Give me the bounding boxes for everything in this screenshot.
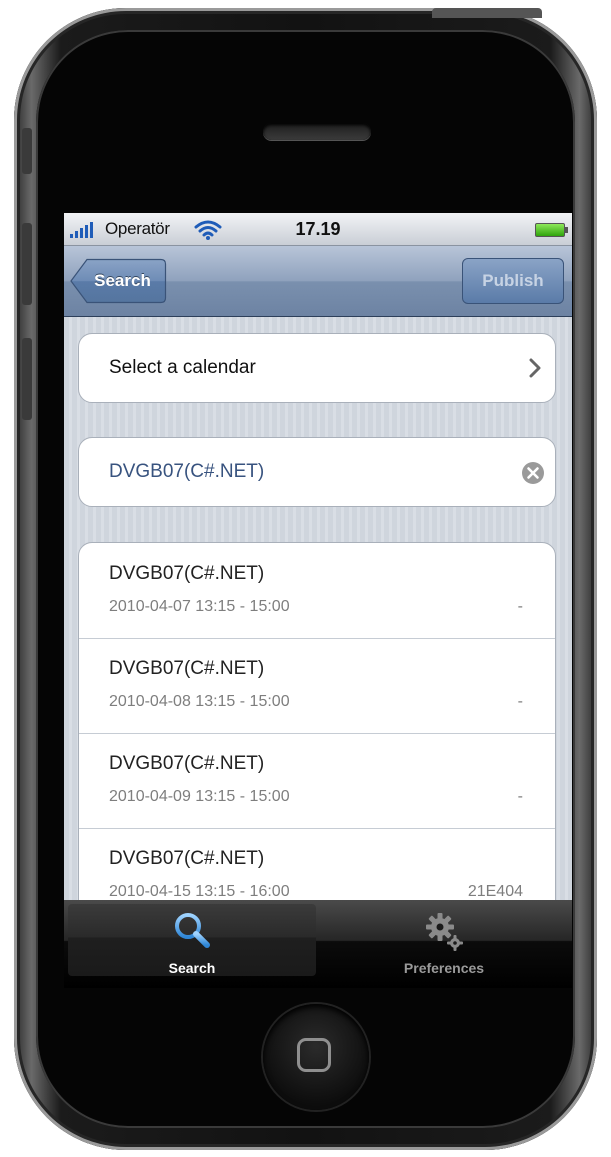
clear-icon[interactable] xyxy=(521,461,545,485)
tab-preferences[interactable]: Preferences xyxy=(320,904,568,976)
chevron-right-icon xyxy=(529,358,541,378)
mute-switch xyxy=(22,128,32,174)
tab-search[interactable]: Search xyxy=(68,904,316,976)
tab-preferences-label: Preferences xyxy=(403,960,485,976)
result-room: - xyxy=(517,693,523,710)
tab-bar: Search Preferences xyxy=(64,900,572,988)
result-title: DVGB07(C#.NET) xyxy=(109,563,265,584)
status-clock: 17.19 xyxy=(295,219,341,239)
navigation-bar: Search Publish xyxy=(64,246,572,317)
result-time: 2010-04-15 13:15 - 16:00 xyxy=(109,883,290,900)
back-button-label: Search xyxy=(94,271,151,290)
gears-icon xyxy=(426,913,463,951)
publish-button[interactable]: Publish xyxy=(462,258,564,304)
phone-screen: Operatör 17.19 Search Publish Select a c… xyxy=(64,213,572,988)
sleep-button xyxy=(432,8,542,18)
result-time: 2010-04-07 13:15 - 15:00 xyxy=(109,598,290,615)
volume-down-button xyxy=(22,338,32,420)
home-square-icon xyxy=(297,1038,331,1072)
result-row[interactable]: DVGB07(C#.NET) 2010-04-08 13:15 - 15:00 … xyxy=(79,638,555,734)
result-room: - xyxy=(517,788,523,805)
earpiece-speaker xyxy=(263,123,371,140)
result-room: 21E404 xyxy=(467,883,523,900)
magnifier-icon xyxy=(175,913,210,948)
content-area: Select a calendar DVGB07(C#.NET) DVGB07(… xyxy=(64,317,572,922)
volume-up-button xyxy=(22,223,32,305)
select-calendar-row[interactable]: Select a calendar xyxy=(78,333,556,403)
home-button[interactable] xyxy=(263,1004,369,1110)
result-row[interactable]: DVGB07(C#.NET) 2010-04-09 13:15 - 15:00 … xyxy=(79,733,555,829)
result-row[interactable]: DVGB07(C#.NET) 2010-04-07 13:15 - 15:00 … xyxy=(79,543,555,639)
result-room: - xyxy=(517,598,523,615)
battery-icon xyxy=(535,223,568,237)
result-time: 2010-04-08 13:15 - 15:00 xyxy=(109,693,290,710)
search-field[interactable]: DVGB07(C#.NET) xyxy=(78,437,556,507)
tab-search-label: Search xyxy=(168,960,216,976)
back-search-button[interactable]: Search xyxy=(70,258,167,304)
result-time: 2010-04-09 13:15 - 15:00 xyxy=(109,788,290,805)
result-title: DVGB07(C#.NET) xyxy=(109,658,265,679)
result-title: DVGB07(C#.NET) xyxy=(109,753,265,774)
select-calendar-label: Select a calendar xyxy=(109,357,256,378)
results-list: DVGB07(C#.NET) 2010-04-07 13:15 - 15:00 … xyxy=(78,542,556,922)
search-value: DVGB07(C#.NET) xyxy=(109,461,265,482)
status-bar: Operatör 17.19 xyxy=(64,213,572,246)
result-title: DVGB07(C#.NET) xyxy=(109,848,265,869)
